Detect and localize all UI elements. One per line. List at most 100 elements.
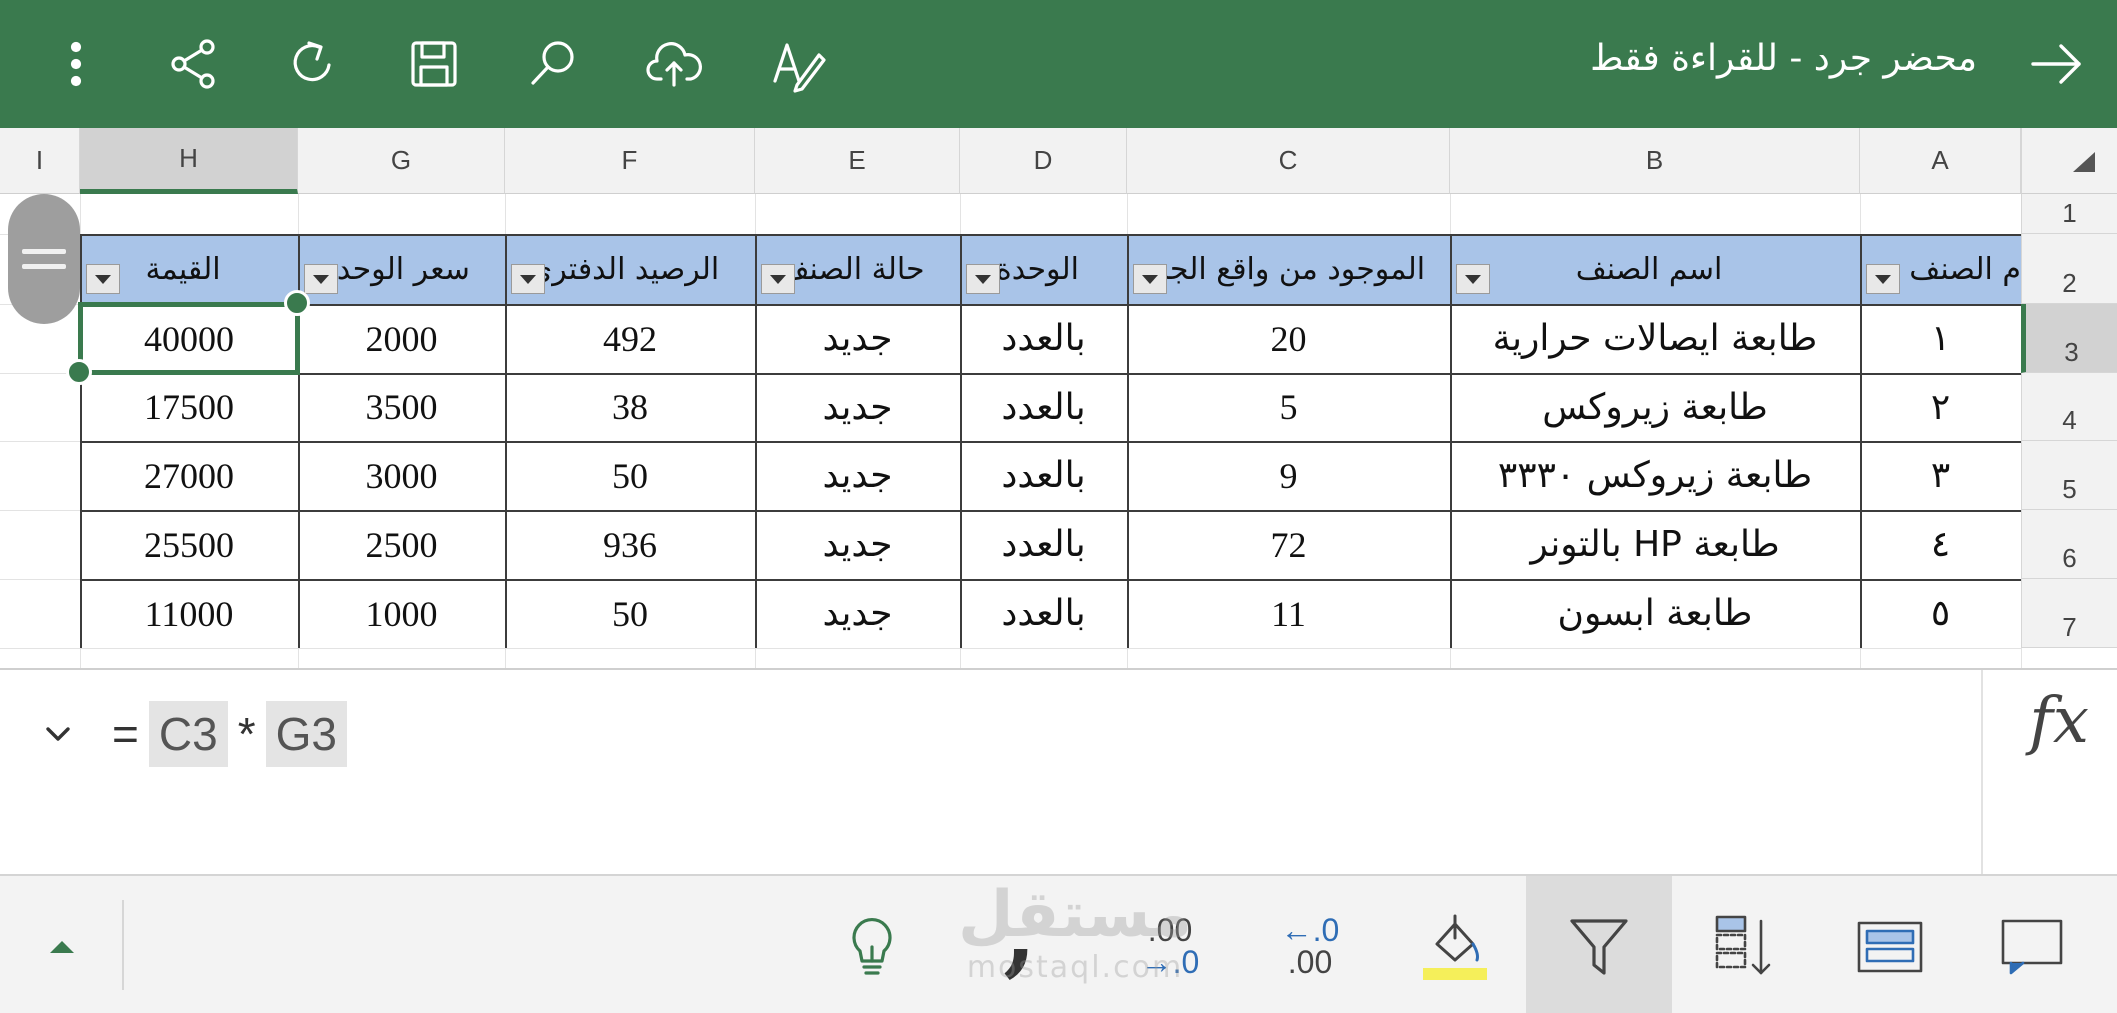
save-icon[interactable] <box>398 28 470 100</box>
cell-b5[interactable]: طابعة زيروكس ٣٣٣٠ <box>1450 441 1860 510</box>
cell-h4[interactable]: 17500 <box>80 373 298 441</box>
cell-b4[interactable]: طابعة زيروكس <box>1450 373 1860 441</box>
cell-d4[interactable]: بالعدد <box>960 373 1127 441</box>
pane-grip-handle[interactable] <box>8 194 80 324</box>
decrease-decimal-button[interactable]: ←.0 .00 <box>1250 876 1370 1013</box>
filter-dropdown-f[interactable] <box>511 264 545 294</box>
cell-e5[interactable]: جديد <box>755 441 960 510</box>
cell-e4[interactable]: جديد <box>755 373 960 441</box>
column-header-e[interactable]: E <box>755 128 960 194</box>
cell-f7[interactable]: 50 <box>505 579 755 648</box>
cell-h5[interactable]: 27000 <box>80 441 298 510</box>
chevron-down-icon[interactable] <box>38 714 78 754</box>
back-arrow-icon[interactable] <box>2021 28 2093 100</box>
column-header-c[interactable]: C <box>1127 128 1450 194</box>
cell-c5[interactable]: 9 <box>1127 441 1450 510</box>
filter-dropdown-g[interactable] <box>304 264 338 294</box>
comma-style-button[interactable]: , <box>968 876 1072 1013</box>
cell-f3[interactable]: 492 <box>505 304 755 373</box>
table-border <box>80 304 2021 306</box>
selection-handle-top[interactable] <box>284 290 310 316</box>
cell-g6[interactable]: 2500 <box>298 510 505 579</box>
upload-cloud-icon[interactable] <box>638 28 710 100</box>
cell-b7[interactable]: طابعة ابسون <box>1450 579 1860 648</box>
increase-decimal-button[interactable]: .00 →.0 <box>1110 876 1230 1013</box>
cell-d6[interactable]: بالعدد <box>960 510 1127 579</box>
formula-equals: = <box>112 708 139 760</box>
comment-button[interactable] <box>1972 876 2092 1013</box>
cell-c3[interactable]: 20 <box>1127 304 1450 373</box>
row-header-6[interactable]: 6 <box>2021 510 2117 579</box>
cell-c4[interactable]: 5 <box>1127 373 1450 441</box>
filter-dropdown-a[interactable] <box>1866 264 1900 294</box>
cell-a4[interactable]: ٢ <box>1860 373 2021 441</box>
cell-a6[interactable]: ٤ <box>1860 510 2021 579</box>
column-header-d[interactable]: D <box>960 128 1127 194</box>
cell-c7[interactable]: 11 <box>1127 579 1450 648</box>
increase-decimal-bottom: →.0 <box>1140 943 1200 980</box>
row-header-3[interactable]: 3 <box>2021 304 2117 373</box>
table-header-b[interactable]: اسم الصنف <box>1450 234 1860 304</box>
draw-icon[interactable] <box>762 28 834 100</box>
cell-g7[interactable]: 1000 <box>298 579 505 648</box>
filter-dropdown-c[interactable] <box>1133 264 1167 294</box>
column-header-g[interactable]: G <box>298 128 505 194</box>
cell-d3[interactable]: بالعدد <box>960 304 1127 373</box>
table-header-c[interactable]: الموجود من واقع الجرد <box>1127 234 1450 304</box>
fill-color-button[interactable] <box>1400 876 1510 1013</box>
cell-a7[interactable]: ٥ <box>1860 579 2021 648</box>
filter-dropdown-d[interactable] <box>966 264 1000 294</box>
filter-button[interactable] <box>1526 876 1672 1013</box>
formula-operator: * <box>237 708 256 760</box>
cell-b3[interactable]: طابعة ايصالات حرارية <box>1450 304 1860 373</box>
cell-g3[interactable]: 2000 <box>298 304 505 373</box>
column-header-b[interactable]: B <box>1450 128 1860 194</box>
cell-h6[interactable]: 25500 <box>80 510 298 579</box>
row-header-1[interactable]: 1 <box>2021 194 2117 234</box>
row-header-5[interactable]: 5 <box>2021 441 2117 510</box>
row-header-4[interactable]: 4 <box>2021 373 2117 441</box>
cell-g4[interactable]: 3500 <box>298 373 505 441</box>
cell-e6[interactable]: جديد <box>755 510 960 579</box>
cell-g5[interactable]: 3000 <box>298 441 505 510</box>
cell-h3[interactable]: 40000 <box>80 304 298 373</box>
formula-ref-c3[interactable]: C3 <box>148 701 228 767</box>
formula-content[interactable]: = C3 * G3 <box>112 700 347 768</box>
share-icon[interactable] <box>158 28 230 100</box>
sort-button[interactable] <box>1686 876 1806 1013</box>
cell-e7[interactable]: جديد <box>755 579 960 648</box>
cell-f5[interactable]: 50 <box>505 441 755 510</box>
column-header-i[interactable]: I <box>0 128 80 194</box>
more-vertical-icon[interactable] <box>40 28 112 100</box>
caret-up-icon[interactable] <box>24 876 100 1013</box>
cell-d7[interactable]: بالعدد <box>960 579 1127 648</box>
filter-dropdown-e[interactable] <box>761 264 795 294</box>
formula-ref-g3[interactable]: G3 <box>265 701 347 767</box>
row-header-2[interactable]: 2 <box>2021 234 2117 304</box>
column-header-a[interactable]: A <box>1860 128 2021 194</box>
selection-handle-bottom[interactable] <box>66 359 92 385</box>
formula-divider <box>1981 670 1983 876</box>
column-header-h[interactable]: H <box>80 128 298 194</box>
fx-icon[interactable]: fx <box>2029 684 2089 758</box>
cell-f6[interactable]: 936 <box>505 510 755 579</box>
cell-e3[interactable]: جديد <box>755 304 960 373</box>
ideas-lightbulb-icon[interactable] <box>822 876 922 1013</box>
cell-a3[interactable]: ١ <box>1860 304 2021 373</box>
redo-icon[interactable] <box>278 28 350 100</box>
table-border <box>80 510 2021 512</box>
cell-f4[interactable]: 38 <box>505 373 755 441</box>
select-all-corner[interactable] <box>2021 128 2117 194</box>
row-header-7[interactable]: 7 <box>2021 579 2117 648</box>
cell-c6[interactable]: 72 <box>1127 510 1450 579</box>
column-header-f[interactable]: F <box>505 128 755 194</box>
cell-a5[interactable]: ٣ <box>1860 441 2021 510</box>
cell-b6[interactable]: طابعة HP بالتونر <box>1450 510 1860 579</box>
format-cells-button[interactable] <box>1830 876 1950 1013</box>
filter-dropdown-b[interactable] <box>1456 264 1490 294</box>
search-icon[interactable] <box>518 28 590 100</box>
cell-h7[interactable]: 11000 <box>80 579 298 648</box>
cell-d5[interactable]: بالعدد <box>960 441 1127 510</box>
filter-dropdown-h[interactable] <box>86 264 120 294</box>
table-border <box>80 373 2021 375</box>
